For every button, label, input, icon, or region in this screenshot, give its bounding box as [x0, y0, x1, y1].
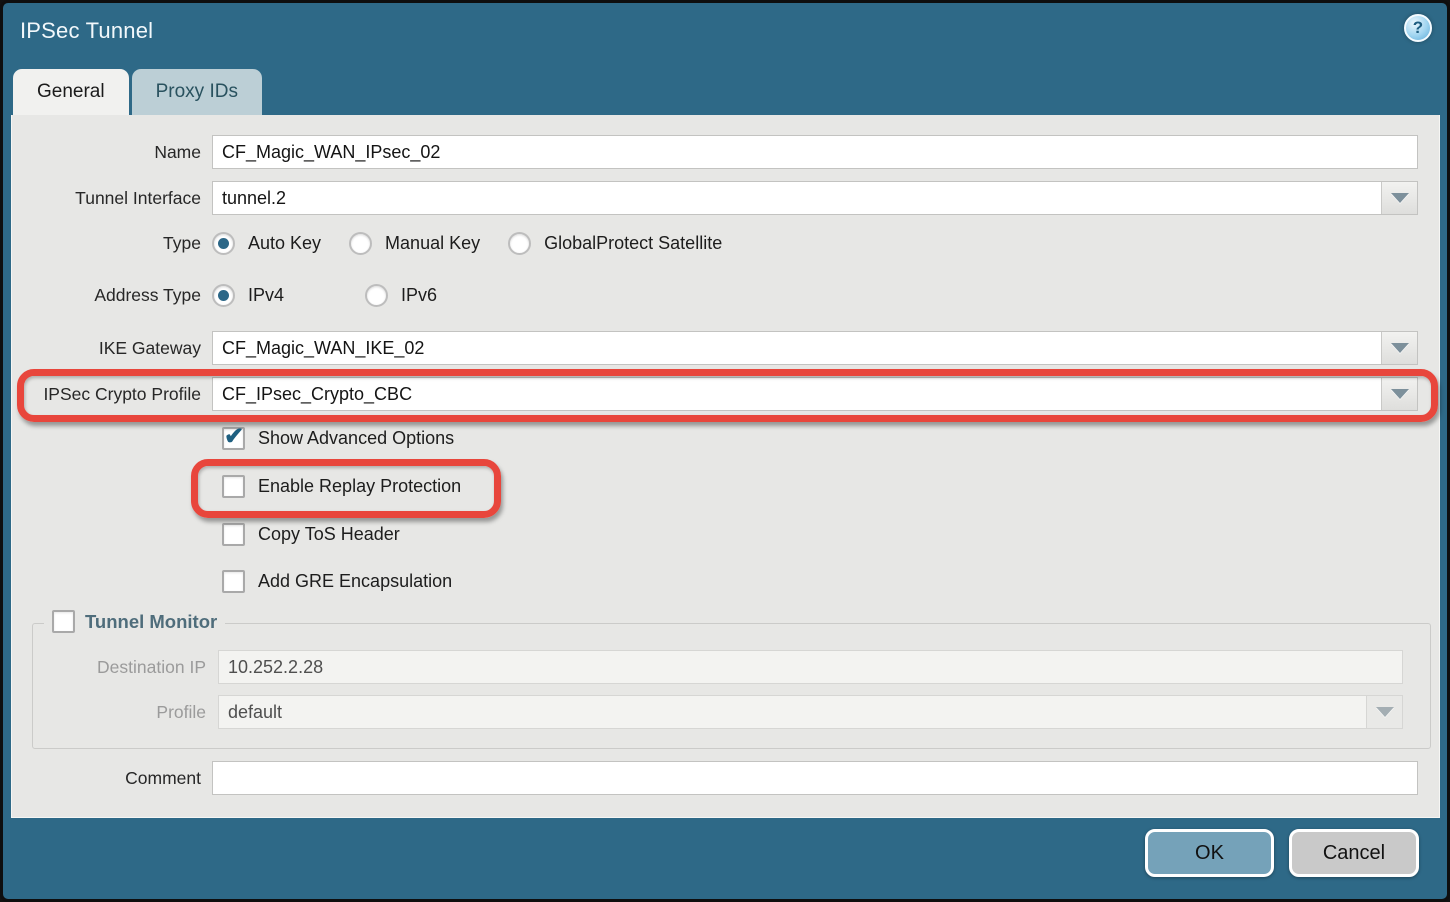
checkbox-icon[interactable] — [52, 610, 75, 633]
profile-dropdown-button — [1366, 696, 1402, 728]
radio-icon[interactable] — [365, 284, 388, 307]
ike-gateway-label: IKE Gateway — [12, 338, 212, 359]
radio-label: Auto Key — [248, 233, 321, 254]
tunnel-monitor-fieldset: Tunnel Monitor Destination IP Profile de… — [32, 623, 1431, 749]
address-type-label: Address Type — [12, 285, 212, 306]
tab-bar: General Proxy IDs — [13, 69, 262, 115]
destination-ip-label: Destination IP — [33, 657, 218, 678]
ok-button[interactable]: OK — [1145, 829, 1274, 877]
chevron-down-icon — [1391, 389, 1409, 399]
ipsec-crypto-profile-label: IPSec Crypto Profile — [12, 384, 212, 405]
comment-label: Comment — [12, 768, 212, 789]
chevron-down-icon — [1391, 343, 1409, 353]
checkbox-tunnel-monitor[interactable]: Tunnel Monitor — [44, 610, 225, 633]
ipsec-tunnel-dialog: IPSec Tunnel ? General Proxy IDs Name Tu… — [0, 0, 1450, 902]
radio-icon[interactable] — [212, 284, 235, 307]
name-input[interactable] — [212, 135, 1418, 169]
destination-ip-input — [218, 650, 1403, 684]
tunnel-interface-select[interactable]: tunnel.2 — [212, 181, 1418, 215]
checkbox-icon[interactable] — [222, 427, 245, 450]
dialog-footer: OK Cancel — [3, 812, 1447, 899]
tunnel-monitor-label: Tunnel Monitor — [85, 611, 217, 633]
checkbox-label: Copy ToS Header — [258, 524, 400, 545]
tab-proxy-ids[interactable]: Proxy IDs — [132, 69, 262, 115]
checkbox-copy-tos-header[interactable]: Copy ToS Header — [222, 523, 400, 546]
checkbox-label: Add GRE Encapsulation — [258, 571, 452, 592]
radio-ipv4[interactable]: IPv4 — [212, 284, 284, 307]
profile-select: default — [218, 695, 1403, 729]
dialog-title: IPSec Tunnel — [20, 18, 153, 44]
chevron-down-icon — [1376, 707, 1394, 717]
tunnel-interface-dropdown-button[interactable] — [1381, 182, 1417, 214]
dialog-titlebar: IPSec Tunnel ? — [3, 3, 1447, 67]
ike-gateway-select[interactable]: CF_Magic_WAN_IKE_02 — [212, 331, 1418, 365]
checkbox-icon[interactable] — [222, 570, 245, 593]
radio-manual-key[interactable]: Manual Key — [349, 232, 480, 255]
chevron-down-icon — [1391, 193, 1409, 203]
checkbox-icon[interactable] — [222, 475, 245, 498]
checkbox-show-advanced-options[interactable]: Show Advanced Options — [222, 427, 454, 450]
tunnel-interface-value: tunnel.2 — [213, 182, 1381, 214]
radio-ipv6[interactable]: IPv6 — [365, 284, 437, 307]
ipsec-crypto-profile-dropdown-button[interactable] — [1381, 378, 1417, 410]
tunnel-interface-label: Tunnel Interface — [12, 188, 212, 209]
comment-input[interactable] — [212, 761, 1418, 795]
name-label: Name — [12, 142, 212, 163]
ipsec-crypto-profile-select[interactable]: CF_IPsec_Crypto_CBC — [212, 377, 1418, 411]
tab-general[interactable]: General — [13, 69, 129, 115]
radio-label: GlobalProtect Satellite — [544, 233, 722, 254]
help-icon[interactable]: ? — [1404, 14, 1432, 42]
ipsec-crypto-profile-value: CF_IPsec_Crypto_CBC — [213, 378, 1381, 410]
radio-auto-key[interactable]: Auto Key — [212, 232, 321, 255]
radio-globalprotect-satellite[interactable]: GlobalProtect Satellite — [508, 232, 722, 255]
radio-label: IPv6 — [401, 285, 437, 306]
general-tab-panel: Name Tunnel Interface tunnel.2 Type — [11, 115, 1440, 818]
checkbox-add-gre-encapsulation[interactable]: Add GRE Encapsulation — [222, 570, 452, 593]
radio-icon[interactable] — [349, 232, 372, 255]
checkbox-label: Enable Replay Protection — [258, 476, 461, 497]
type-label: Type — [12, 233, 212, 254]
checkbox-icon[interactable] — [222, 523, 245, 546]
radio-label: IPv4 — [248, 285, 284, 306]
checkbox-label: Show Advanced Options — [258, 428, 454, 449]
profile-label: Profile — [33, 702, 218, 723]
radio-icon[interactable] — [212, 232, 235, 255]
ike-gateway-dropdown-button[interactable] — [1381, 332, 1417, 364]
radio-icon[interactable] — [508, 232, 531, 255]
checkbox-enable-replay-protection[interactable]: Enable Replay Protection — [222, 475, 461, 498]
radio-label: Manual Key — [385, 233, 480, 254]
profile-value: default — [219, 696, 1366, 728]
cancel-button[interactable]: Cancel — [1289, 829, 1419, 877]
ike-gateway-value: CF_Magic_WAN_IKE_02 — [213, 332, 1381, 364]
